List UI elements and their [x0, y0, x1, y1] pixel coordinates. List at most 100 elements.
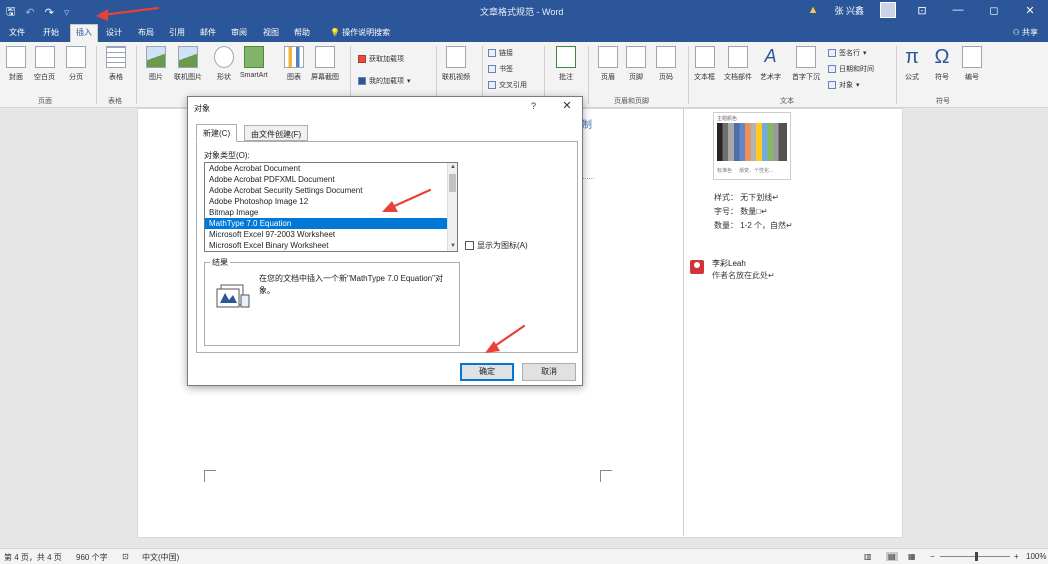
quick-parts-button[interactable]: 文档部件	[724, 46, 752, 82]
tab-review[interactable]: 审阅	[226, 25, 252, 40]
page-break-button[interactable]: 分页	[66, 46, 86, 82]
tab-design[interactable]: 设计	[101, 25, 127, 40]
save-icon[interactable]: 🖫	[6, 3, 15, 22]
minimize-button[interactable]: —	[948, 4, 968, 16]
my-addins-label: 我的加载项	[369, 78, 404, 85]
chart-icon	[284, 46, 304, 68]
list-item[interactable]: Adobe Acrobat Security Settings Document	[205, 185, 447, 196]
list-item[interactable]: Adobe Acrobat PDFXML Document	[205, 174, 447, 185]
dialog-close-button[interactable]: ✕	[560, 99, 574, 112]
redo-icon[interactable]: ↷	[45, 6, 54, 19]
date-time-label: 日期和时间	[839, 66, 874, 73]
chart-button[interactable]: 图表	[284, 46, 304, 82]
print-layout-icon[interactable]: ▤	[886, 552, 898, 561]
quick-parts-label: 文档部件	[724, 74, 752, 81]
symbol-button[interactable]: Ω 符号	[932, 46, 952, 82]
link-button[interactable]: 链接	[488, 48, 513, 58]
doc-text-line: 样式： 无下划线↵	[714, 193, 779, 202]
get-addins-button[interactable]: 获取加载项	[358, 54, 404, 64]
status-bar: 第 4 页，共 4 页 960 个字 ⊡ 中文(中国) ▥ ▤ ▦ − + 10…	[0, 548, 1048, 564]
tab-mailings[interactable]: 邮件	[195, 25, 221, 40]
cross-reference-button[interactable]: 交叉引用	[488, 80, 527, 90]
avatar[interactable]	[880, 2, 896, 18]
header-label: 页眉	[601, 74, 615, 81]
chart-label: 图表	[287, 74, 301, 81]
display-as-icon-checkbox[interactable]: 显示为图标(A)	[465, 240, 528, 251]
zoom-level[interactable]: 100%	[1026, 552, 1046, 561]
tab-view[interactable]: 视图	[258, 25, 284, 40]
tab-create-new[interactable]: 新建(C)	[196, 124, 238, 142]
dropcap-label: 首字下沉	[792, 74, 820, 81]
online-video-button[interactable]: 联机视频	[442, 46, 470, 82]
ribbon-separator	[688, 46, 689, 104]
page-count[interactable]: 第 4 页，共 4 页	[4, 552, 62, 563]
proofing-icon[interactable]: ⊡	[122, 552, 129, 561]
date-time-button[interactable]: 日期和时间	[828, 64, 874, 74]
object-type-list[interactable]: Adobe Acrobat Document Adobe Acrobat PDF…	[204, 162, 458, 252]
user-name[interactable]: 张 兴鑫	[834, 4, 864, 17]
tab-insert[interactable]: 插入	[70, 24, 98, 42]
picture-button[interactable]: 图片	[146, 46, 166, 82]
scroll-thumb[interactable]	[449, 174, 456, 192]
page-number-button[interactable]: 页码	[656, 46, 676, 82]
header-button[interactable]: 页眉	[598, 46, 618, 82]
tab-home[interactable]: 开始	[38, 25, 64, 40]
undo-icon[interactable]: ↶	[25, 6, 34, 19]
list-item[interactable]: Microsoft Excel Binary Worksheet	[205, 240, 447, 251]
maximize-button[interactable]: ◻	[984, 4, 1004, 17]
tab-layout[interactable]: 布局	[133, 25, 159, 40]
tab-file[interactable]: 文件	[4, 25, 30, 40]
dropcap-button[interactable]: 首字下沉	[792, 46, 820, 82]
checkbox-box[interactable]	[465, 241, 474, 250]
footer-button[interactable]: 页脚	[626, 46, 646, 82]
equation-button[interactable]: π 公式	[902, 46, 922, 82]
warning-icon[interactable]: ▲	[808, 4, 819, 16]
list-item[interactable]: Bitmap Image	[205, 207, 447, 218]
signature-line-button[interactable]: 签名行 ▾	[828, 48, 867, 58]
number-button[interactable]: 编号	[962, 46, 982, 82]
list-scrollbar[interactable]: ▲ ▼	[447, 163, 457, 251]
tab-help[interactable]: 帮助	[289, 25, 315, 40]
close-button[interactable]: ✕	[1020, 4, 1040, 17]
tell-me-search[interactable]: 💡 操作说明搜索	[330, 27, 390, 38]
my-addins-button[interactable]: 我的加载项 ▾	[358, 76, 411, 86]
list-item-selected[interactable]: MathType 7.0 Equation	[205, 218, 447, 229]
tab-create-from-file[interactable]: 由文件创建(F)	[244, 125, 309, 141]
blank-page-button[interactable]: 空白页	[34, 46, 55, 82]
list-item[interactable]: Adobe Acrobat Document	[205, 163, 447, 174]
textbox-button[interactable]: 文本框	[694, 46, 715, 82]
list-item[interactable]: Adobe Photoshop Image 12	[205, 196, 447, 207]
ok-button[interactable]: 确定	[460, 363, 514, 381]
table-label: 表格	[109, 74, 123, 81]
wordart-button[interactable]: A 艺术字	[760, 46, 781, 82]
scroll-up-icon[interactable]: ▲	[448, 163, 457, 172]
shapes-button[interactable]: 形状	[214, 46, 234, 82]
cancel-button[interactable]: 取消	[522, 363, 576, 381]
smartart-button[interactable]: SmartArt	[240, 46, 268, 79]
read-mode-icon[interactable]: ▥	[864, 552, 872, 561]
object-button[interactable]: 对象 ▾	[828, 80, 860, 90]
screenshot-button[interactable]: 屏幕截图	[311, 46, 339, 82]
language-indicator[interactable]: 中文(中国)	[142, 552, 179, 563]
online-pictures-button[interactable]: 联机图片	[174, 46, 202, 82]
table-button[interactable]: 表格	[106, 46, 126, 82]
word-count[interactable]: 960 个字	[76, 552, 108, 563]
ribbon-display-options-button[interactable]: ⊡	[912, 4, 932, 17]
list-item[interactable]: Microsoft Excel 97-2003 Worksheet	[205, 229, 447, 240]
share-button[interactable]: ⚇ 共享	[1013, 27, 1038, 38]
textbox-label: 文本框	[694, 74, 715, 81]
zoom-in-icon[interactable]: +	[1014, 552, 1019, 561]
scroll-down-icon[interactable]: ▼	[448, 242, 457, 251]
bookmark-button[interactable]: 书签	[488, 64, 513, 74]
cover-page-button[interactable]: 封面	[6, 46, 26, 82]
help-button[interactable]: ?	[531, 101, 536, 111]
customize-qat-icon[interactable]: ▿	[64, 6, 70, 19]
quick-parts-icon	[728, 46, 748, 68]
zoom-slider-thumb[interactable]	[975, 552, 978, 561]
comment-button[interactable]: 批注	[556, 46, 576, 82]
signature-label: 签名行	[839, 50, 860, 57]
tab-references[interactable]: 引用	[164, 25, 190, 40]
zoom-out-icon[interactable]: −	[930, 552, 935, 561]
web-layout-icon[interactable]: ▦	[908, 552, 916, 561]
get-addins-label: 获取加载项	[369, 56, 404, 63]
